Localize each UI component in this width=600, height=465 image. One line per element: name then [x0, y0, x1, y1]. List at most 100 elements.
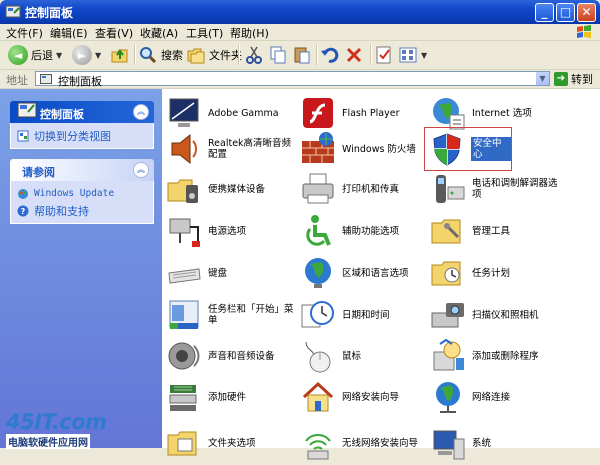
task-folder-icon [431, 261, 461, 286]
menu-tools[interactable]: 工具(T) [186, 25, 223, 41]
chevron-down-icon[interactable]: ▼ [56, 51, 62, 60]
minimize-button[interactable]: _ [535, 3, 554, 22]
go-button[interactable]: ➔ 转到 [554, 71, 598, 87]
phone-modem-options-item[interactable]: 电话和调制解调器选项 [430, 167, 562, 211]
menu-file[interactable]: 文件(F) [6, 25, 43, 41]
item-label: 网络连接 [472, 391, 511, 403]
menu-view[interactable]: 查看(V) [95, 25, 133, 41]
accessibility-icon [306, 215, 331, 246]
printers-and-faxes-item[interactable]: 打印机和传真 [300, 167, 399, 211]
control-panel-icon [17, 102, 37, 118]
undo-button[interactable] [320, 44, 340, 66]
folders-icon [187, 48, 205, 64]
delete-button[interactable] [344, 44, 364, 66]
add-remove-programs-item[interactable]: 添加或删除程序 [430, 334, 539, 378]
sounds-audio-devices-item[interactable]: 声音和音频设备 [166, 334, 275, 378]
item-label: Flash Player [342, 107, 400, 119]
taskbar-start-menu-item[interactable]: 任务栏和「开始」菜单 [166, 293, 298, 337]
back-label: 后退 [31, 49, 53, 62]
network-connections-item[interactable]: 网络连接 [430, 375, 510, 419]
phone-icon [436, 175, 465, 203]
portable-media-devices-item[interactable]: 便携媒体设备 [166, 167, 265, 211]
cut-button[interactable] [244, 44, 264, 66]
close-button[interactable]: ✕ [577, 3, 596, 22]
link-label: Windows Update [34, 188, 115, 199]
wireless-icon [305, 434, 331, 460]
security-center-item[interactable]: 安全中心 [424, 127, 512, 171]
mouse-item[interactable]: 鼠标 [300, 334, 361, 378]
go-arrow-icon: ➔ [554, 72, 568, 86]
svg-text:?: ? [21, 207, 26, 216]
properties-button[interactable] [374, 44, 394, 66]
item-label: Internet 选项 [472, 107, 532, 119]
speaker-icon [171, 133, 197, 165]
menu-help[interactable]: 帮助(H) [230, 25, 269, 41]
forward-button[interactable]: ► ▼ [72, 44, 101, 66]
date-and-time-item[interactable]: 日期和时间 [300, 293, 390, 337]
power-options-item[interactable]: 电源选项 [166, 209, 246, 253]
item-label: 打印机和传真 [342, 183, 400, 195]
chevron-down-icon[interactable]: ▼ [421, 51, 427, 60]
item-label: 辅助功能选项 [342, 225, 400, 237]
copy-button[interactable] [268, 44, 288, 66]
windows-firewall-item[interactable]: Windows 防火墙 [300, 127, 416, 171]
add-hardware-item[interactable]: 添加硬件 [166, 375, 246, 419]
item-label: 任务计划 [472, 267, 511, 279]
up-folder-icon [111, 49, 128, 63]
realtek-audio-item[interactable]: Realtek高清晰音频配置 [166, 127, 298, 171]
camera-icon [431, 303, 464, 328]
item-label: 网络安装向导 [342, 391, 400, 403]
scheduled-tasks-item[interactable]: 任务计划 [430, 251, 510, 295]
control-panel-icon [5, 5, 21, 18]
menu-edit[interactable]: 编辑(E) [50, 25, 88, 41]
up-folder-button[interactable] [110, 44, 130, 66]
back-button[interactable]: ◄ 后退 ▼ [8, 44, 62, 66]
maximize-button[interactable]: □ [556, 3, 575, 22]
panel-header[interactable]: 请参阅 ︽ [10, 159, 154, 181]
item-label: Adobe Gamma [208, 107, 279, 119]
region-globe-icon [305, 258, 331, 288]
wireless-network-wizard-item[interactable]: 无线网络安装向导 [300, 421, 418, 465]
administrative-tools-item[interactable]: 管理工具 [430, 209, 510, 253]
toolbar-separator [238, 45, 240, 65]
system-item[interactable]: 系统 [430, 421, 491, 465]
address-value: 控制面板 [58, 75, 102, 88]
item-label: Windows 防火墙 [342, 143, 416, 155]
address-input[interactable]: 控制面板 ▼ [35, 71, 550, 88]
regional-language-options-item[interactable]: 区域和语言选项 [300, 251, 409, 295]
panel-header[interactable]: 控制面板 ︽ [10, 101, 154, 123]
accessibility-options-item[interactable]: 辅助功能选项 [300, 209, 399, 253]
item-label: 区域和语言选项 [342, 267, 409, 279]
chevron-down-icon[interactable]: ▼ [95, 51, 101, 60]
link-label: 切换到分类视图 [34, 129, 111, 143]
collapse-icon[interactable]: ︽ [133, 104, 149, 120]
item-label: 键盘 [208, 267, 228, 279]
help-and-support-link[interactable]: ? 帮助和支持 [17, 202, 147, 219]
windows-logo-icon [577, 25, 591, 38]
system-icon [433, 430, 465, 460]
folder-options-item[interactable]: 文件夹选项 [166, 421, 256, 465]
chevron-down-icon[interactable]: ▼ [536, 72, 549, 85]
back-arrow-icon: ◄ [8, 45, 28, 65]
delete-icon [346, 47, 362, 63]
paste-button[interactable] [292, 44, 312, 66]
control-panel-items: Adobe Gamma Flash Player Internet 选项 Rea… [162, 89, 600, 460]
collapse-icon[interactable]: ︽ [133, 162, 149, 178]
toolbar: ◄ 后退 ▼ ► ▼ 搜索 文件夹 ▼ [0, 41, 600, 70]
views-icon [399, 47, 417, 63]
views-button[interactable]: ▼ [398, 44, 427, 66]
windows-update-link[interactable]: Windows Update [17, 185, 147, 202]
search-button[interactable]: 搜索 [138, 44, 183, 66]
address-label: 地址 [6, 74, 28, 87]
menu-favorites[interactable]: 收藏(A) [140, 25, 178, 41]
admin-tools-icon [431, 219, 461, 244]
switch-to-category-view-link[interactable]: 切换到分类视图 [17, 127, 147, 144]
scanners-cameras-item[interactable]: 扫描仪和照相机 [430, 293, 539, 337]
firewall-icon [302, 132, 334, 163]
item-label: 声音和音频设备 [208, 350, 275, 362]
network-icon [436, 382, 460, 413]
folders-button[interactable]: 文件夹 [186, 44, 242, 66]
keyboard-item[interactable]: 键盘 [166, 251, 227, 295]
power-icon [169, 218, 200, 247]
network-setup-wizard-item[interactable]: 网络安装向导 [300, 375, 399, 419]
